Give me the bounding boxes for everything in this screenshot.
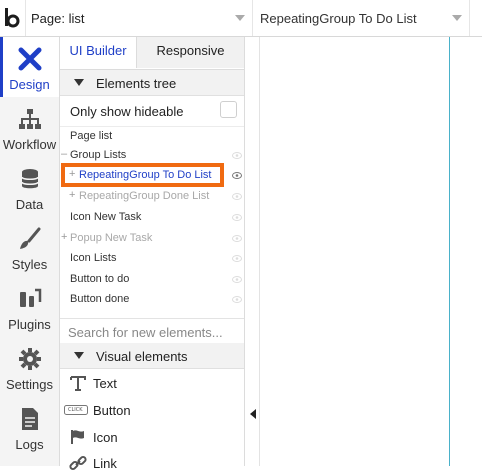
chevron-down-icon	[452, 15, 462, 21]
nav-item-design[interactable]: Design	[0, 37, 59, 97]
plugins-icon	[20, 288, 42, 307]
visual-elements-header[interactable]: Visual elements	[60, 343, 244, 369]
only-show-hideable-label: Only show hideable	[70, 104, 184, 119]
expand-toggle[interactable]: +	[69, 189, 75, 201]
tree-item-icon-lists[interactable]: Icon Lists	[60, 249, 244, 269]
bubble-logo-icon[interactable]	[2, 6, 22, 30]
nav-label-logs: Logs	[15, 437, 44, 452]
expand-toggle[interactable]: +	[69, 168, 75, 180]
visual-element-button[interactable]: CLICK Button	[60, 397, 244, 423]
logs-icon	[22, 408, 38, 430]
tree-item-label: RepeatingGroup To Do List	[79, 169, 212, 181]
visual-element-label: Text	[93, 376, 117, 391]
design-icon	[18, 47, 42, 71]
flag-icon	[71, 430, 84, 444]
builder-panel: UI Builder Responsive Elements tree Only…	[60, 37, 245, 471]
tree-item-repeatinggroup-done-list[interactable]: + RepeatingGroup Done List	[60, 187, 244, 207]
nav-label-plugins: Plugins	[8, 317, 51, 332]
page-selector-value: Page: list	[31, 11, 85, 26]
only-show-hideable-checkbox[interactable]	[220, 101, 237, 118]
element-search-input[interactable]	[68, 323, 236, 341]
tree-item-label: Button to do	[70, 273, 130, 285]
panel-tabs: UI Builder Responsive	[60, 37, 244, 70]
data-icon	[21, 169, 39, 189]
nav-label-styles: Styles	[11, 257, 48, 272]
visual-element-text[interactable]: Text	[60, 370, 244, 396]
tree-item-label: RepeatingGroup Done List	[79, 190, 210, 202]
visual-element-label: Button	[93, 403, 131, 418]
visual-element-link[interactable]: Link	[60, 450, 244, 476]
nav-label-data: Data	[15, 197, 44, 212]
chevron-down-icon	[235, 15, 245, 21]
visual-elements-title: Visual elements	[96, 349, 188, 364]
eye-icon[interactable]	[232, 193, 242, 200]
nav-label-workflow: Workflow	[2, 137, 57, 152]
elements-tree-title: Elements tree	[96, 76, 177, 91]
page-boundary-guide	[449, 37, 450, 466]
triangle-down-icon	[74, 352, 84, 359]
eye-icon[interactable]	[232, 255, 242, 262]
eye-icon[interactable]	[232, 296, 242, 303]
canvas-divider	[259, 37, 260, 466]
tree-item-icon-new-task[interactable]: Icon New Task	[60, 208, 244, 228]
page-selector[interactable]: Page: list	[25, 0, 253, 36]
element-search-row	[60, 318, 244, 346]
left-nav: Design Workflow Data Styles Plugins Sett…	[0, 37, 60, 466]
tree-item-label: Button done	[70, 293, 130, 305]
tree-item-page-list[interactable]: Page list	[60, 127, 244, 147]
triangle-down-icon	[74, 79, 84, 86]
elements-tree-header[interactable]: Elements tree	[60, 70, 244, 96]
tree-item-popup-new-task[interactable]: + Popup New Task	[60, 229, 244, 249]
element-selector[interactable]: RepeatingGroup To Do List	[253, 0, 470, 36]
eye-icon[interactable]	[232, 152, 242, 159]
tree-item-button-to-do[interactable]: Button to do	[60, 270, 244, 290]
expand-toggle[interactable]: +	[61, 231, 67, 243]
eye-icon[interactable]	[232, 235, 242, 242]
tree-item-group-lists[interactable]: – Group Lists	[60, 146, 244, 166]
eye-icon[interactable]	[232, 214, 242, 221]
tree-item-button-done[interactable]: Button done	[60, 290, 244, 310]
eye-icon[interactable]	[232, 276, 242, 283]
tree-item-label: Group Lists	[70, 149, 127, 161]
collapse-panel-icon[interactable]	[250, 409, 256, 419]
button-icon-badge: CLICK	[68, 407, 83, 413]
nav-item-settings[interactable]: Settings	[0, 337, 59, 397]
workflow-icon	[19, 109, 41, 129]
tree-item-label: Page list	[70, 130, 113, 142]
nav-item-styles[interactable]: Styles	[0, 217, 59, 277]
styles-icon	[20, 227, 41, 249]
visual-element-label: Link	[93, 456, 117, 471]
tree-item-label: Icon New Task	[70, 211, 142, 223]
nav-item-logs[interactable]: Logs	[0, 397, 59, 457]
collapse-toggle[interactable]: –	[61, 148, 67, 160]
editor-canvas[interactable]	[245, 37, 482, 466]
text-icon	[70, 376, 86, 391]
element-selector-value: RepeatingGroup To Do List	[260, 11, 417, 26]
nav-item-plugins[interactable]: Plugins	[0, 277, 59, 337]
tab-responsive[interactable]: Responsive	[137, 37, 244, 68]
nav-item-workflow[interactable]: Workflow	[0, 97, 59, 157]
only-show-hideable-row: Only show hideable	[60, 96, 244, 127]
tree-item-label: Icon Lists	[70, 252, 117, 264]
tab-ui-builder[interactable]: UI Builder	[60, 37, 137, 68]
tree-item-label: Popup New Task	[70, 232, 153, 244]
nav-item-data[interactable]: Data	[0, 157, 59, 217]
visual-element-label: Icon	[93, 430, 118, 445]
nav-label-design: Design	[9, 77, 50, 92]
eye-icon[interactable]	[232, 172, 242, 179]
top-bar: Page: list RepeatingGroup To Do List	[0, 0, 482, 37]
tree-item-repeatinggroup-to-do-list[interactable]: + RepeatingGroup To Do List	[60, 166, 244, 186]
settings-icon	[19, 348, 41, 370]
visual-element-icon[interactable]: Icon	[60, 424, 244, 450]
nav-label-settings: Settings	[6, 377, 53, 392]
link-icon	[69, 455, 87, 471]
